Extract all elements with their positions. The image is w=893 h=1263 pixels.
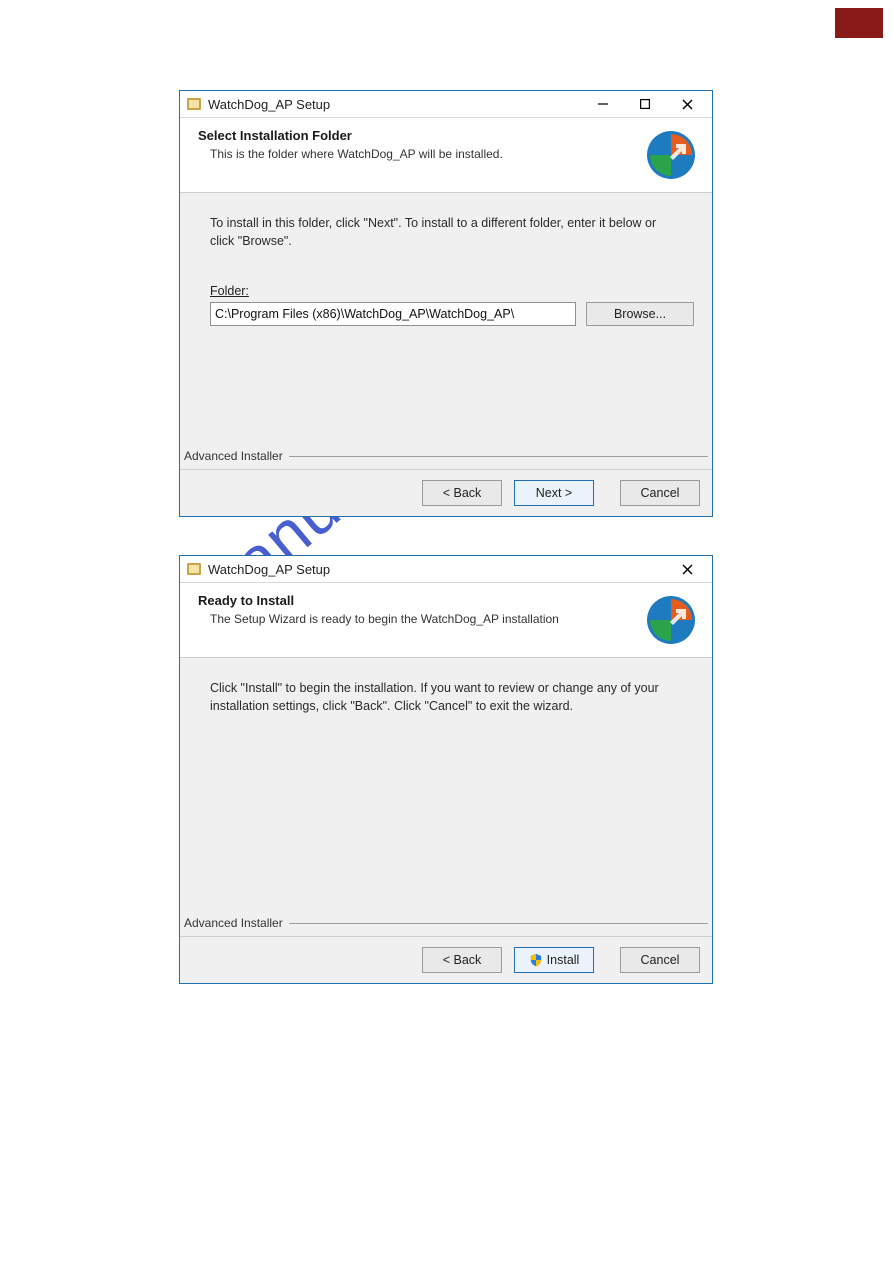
install-button-label: Install — [547, 953, 580, 967]
dialog-header: Ready to Install The Setup Wizard is rea… — [180, 583, 712, 658]
install-button[interactable]: Install — [514, 947, 594, 973]
folder-label: Folder: — [210, 284, 694, 298]
cancel-button[interactable]: Cancel — [620, 947, 700, 973]
titlebar: WatchDog_AP Setup — [180, 556, 712, 583]
instruction-text: Click "Install" to begin the installatio… — [210, 680, 680, 715]
divider — [289, 923, 708, 924]
installer-brand: Advanced Installer — [184, 449, 283, 463]
dialog-body: To install in this folder, click "Next".… — [180, 193, 712, 469]
divider — [289, 456, 708, 457]
header-subtitle: This is the folder where WatchDog_AP wil… — [210, 147, 644, 161]
minimize-button[interactable] — [582, 93, 624, 115]
app-icon — [186, 561, 202, 577]
next-button[interactable]: Next > — [514, 480, 594, 506]
titlebar: WatchDog_AP Setup — [180, 91, 712, 118]
dialog-footer: < Back Next > Cancel — [180, 469, 712, 516]
header-title: Select Installation Folder — [198, 128, 644, 143]
header-subtitle: The Setup Wizard is ready to begin the W… — [210, 612, 644, 626]
dialog-footer: < Back Install Cancel — [180, 936, 712, 983]
dialog-body: Click "Install" to begin the installatio… — [180, 658, 712, 936]
back-button[interactable]: < Back — [422, 480, 502, 506]
app-icon — [186, 96, 202, 112]
browse-button[interactable]: Browse... — [586, 302, 694, 326]
header-title: Ready to Install — [198, 593, 644, 608]
window-title: WatchDog_AP Setup — [208, 97, 330, 112]
maximize-button[interactable] — [624, 93, 666, 115]
instruction-text: To install in this folder, click "Next".… — [210, 215, 680, 250]
dialog-select-folder: WatchDog_AP Setup Select Installation Fo… — [179, 90, 713, 517]
uac-shield-icon — [529, 953, 543, 967]
dialog-ready-install: WatchDog_AP Setup Ready to Install The S… — [179, 555, 713, 984]
close-button[interactable] — [666, 558, 708, 580]
window-title: WatchDog_AP Setup — [208, 562, 330, 577]
installer-logo-icon — [644, 593, 698, 647]
installer-logo-icon — [644, 128, 698, 182]
back-button[interactable]: < Back — [422, 947, 502, 973]
installer-brand: Advanced Installer — [184, 916, 283, 930]
folder-input[interactable] — [210, 302, 576, 326]
cancel-button[interactable]: Cancel — [620, 480, 700, 506]
dialog-header: Select Installation Folder This is the f… — [180, 118, 712, 193]
close-button[interactable] — [666, 93, 708, 115]
page-corner-mark — [835, 8, 883, 38]
